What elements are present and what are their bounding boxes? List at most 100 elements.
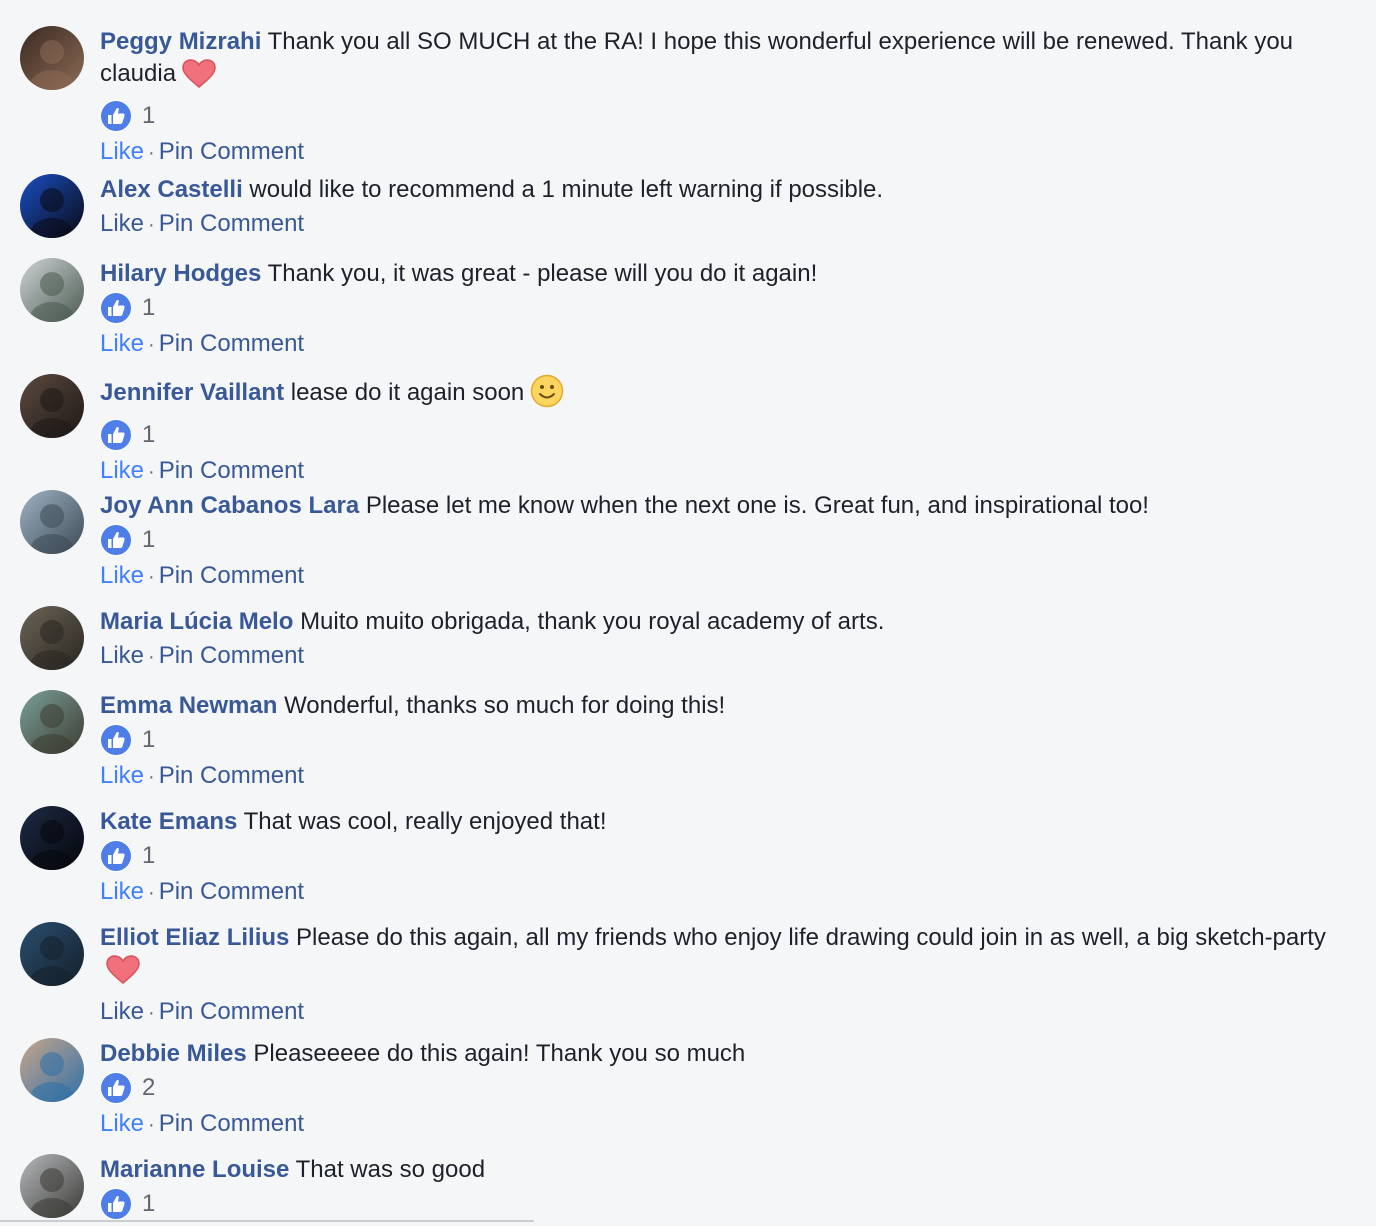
comment-body: Jennifer Vaillant lease do it again soon… bbox=[100, 370, 1330, 488]
avatar[interactable] bbox=[20, 606, 84, 670]
comment-actions: Like · Pin Comment bbox=[100, 874, 1330, 909]
comment-text-block: Elliot Eliaz Lilius Please do this again… bbox=[100, 918, 1330, 994]
comment-author-link[interactable]: Emma Newman bbox=[100, 692, 277, 719]
separator-dot: · bbox=[148, 142, 155, 164]
thumbs-up-icon bbox=[100, 419, 132, 451]
avatar[interactable] bbox=[20, 374, 84, 438]
avatar[interactable] bbox=[20, 922, 84, 986]
comment-author-link[interactable]: Marianne Louise bbox=[100, 1156, 289, 1183]
thumbs-up-icon bbox=[100, 1072, 132, 1104]
like-button[interactable]: Like bbox=[100, 1110, 144, 1137]
comment-text: That was cool, really enjoyed that! bbox=[243, 808, 607, 835]
comment-author-link[interactable]: Jennifer Vaillant bbox=[100, 379, 284, 406]
like-button[interactable]: Like bbox=[100, 210, 144, 237]
comment-text-block: Kate Emans That was cool, really enjoyed… bbox=[100, 802, 1330, 838]
avatar[interactable] bbox=[20, 806, 84, 870]
like-button[interactable]: Like bbox=[100, 998, 144, 1025]
heart-emoji-icon bbox=[106, 955, 140, 994]
separator-dot: · bbox=[148, 566, 155, 588]
pin-comment-button[interactable]: Pin Comment bbox=[159, 1110, 304, 1137]
avatar[interactable] bbox=[20, 1154, 84, 1218]
thumbs-up-icon bbox=[100, 524, 132, 556]
reaction-summary[interactable]: 1 bbox=[100, 722, 1330, 758]
pin-comment-button[interactable]: Pin Comment bbox=[159, 330, 304, 357]
comment-actions: Like · Pin Comment bbox=[100, 638, 1330, 673]
comment-actions: Like · Pin Comment bbox=[100, 994, 1330, 1029]
avatar[interactable] bbox=[20, 26, 84, 90]
avatar[interactable] bbox=[20, 690, 84, 754]
like-button[interactable]: Like bbox=[100, 457, 144, 484]
comment-body: Maria Lúcia Melo Muito muito obrigada, t… bbox=[100, 602, 1330, 673]
pin-comment-button[interactable]: Pin Comment bbox=[159, 210, 304, 237]
avatar[interactable] bbox=[20, 174, 84, 238]
comment-actions: Like · Pin Comment bbox=[100, 206, 1330, 241]
separator-dot: · bbox=[148, 214, 155, 236]
pin-comment-button[interactable]: Pin Comment bbox=[159, 878, 304, 905]
reaction-summary[interactable]: 1 bbox=[100, 290, 1330, 326]
like-count: 1 bbox=[142, 102, 156, 129]
like-count: 1 bbox=[142, 526, 156, 553]
reaction-summary[interactable]: 1 bbox=[100, 1186, 1330, 1222]
reaction-summary[interactable]: 2 bbox=[100, 1070, 1330, 1106]
reaction-summary[interactable]: 1 bbox=[100, 522, 1330, 558]
comment-body: Elliot Eliaz Lilius Please do this again… bbox=[100, 918, 1330, 1029]
pin-comment-button[interactable]: Pin Comment bbox=[159, 998, 304, 1025]
comment-text: would like to recommend a 1 minute left … bbox=[249, 176, 884, 203]
composer-divider bbox=[0, 1220, 534, 1222]
pin-comment-button[interactable]: Pin Comment bbox=[159, 642, 304, 669]
reaction-summary[interactable]: 1 bbox=[100, 838, 1330, 874]
comment-text: Please do this again, all my friends who… bbox=[296, 924, 1326, 951]
like-button[interactable]: Like bbox=[100, 878, 144, 905]
comment-author-link[interactable]: Alex Castelli bbox=[100, 176, 243, 203]
comment-body: Marianne Louise That was so good 1 bbox=[100, 1150, 1330, 1222]
comment-text-block: Maria Lúcia Melo Muito muito obrigada, t… bbox=[100, 602, 1330, 638]
pin-comment-button[interactable]: Pin Comment bbox=[159, 762, 304, 789]
comment-text: Muito muito obrigada, thank you royal ac… bbox=[300, 608, 885, 635]
comment-body: Kate Emans That was cool, really enjoyed… bbox=[100, 802, 1330, 909]
comment-text: Thank you, it was great - please will yo… bbox=[267, 260, 818, 287]
like-count: 1 bbox=[142, 294, 156, 321]
thumbs-up-icon bbox=[100, 724, 132, 756]
like-button[interactable]: Like bbox=[100, 762, 144, 789]
pin-comment-button[interactable]: Pin Comment bbox=[159, 457, 304, 484]
comment-author-link[interactable]: Hilary Hodges bbox=[100, 260, 261, 287]
comment-text: That was so good bbox=[295, 1156, 486, 1183]
pin-comment-button[interactable]: Pin Comment bbox=[159, 562, 304, 589]
comment-author-link[interactable]: Peggy Mizrahi bbox=[100, 28, 261, 55]
comment-text-block: Hilary Hodges Thank you, it was great - … bbox=[100, 254, 1330, 290]
thumbs-up-icon bbox=[100, 292, 132, 324]
reaction-summary[interactable]: 1 bbox=[100, 417, 1330, 453]
comment-author-link[interactable]: Kate Emans bbox=[100, 808, 237, 835]
comment-body: Hilary Hodges Thank you, it was great - … bbox=[100, 254, 1330, 361]
comment-author-link[interactable]: Elliot Eliaz Lilius bbox=[100, 924, 289, 951]
avatar[interactable] bbox=[20, 1038, 84, 1102]
comment-author-link[interactable]: Maria Lúcia Melo bbox=[100, 608, 293, 635]
like-button[interactable]: Like bbox=[100, 562, 144, 589]
heart-emoji-icon bbox=[182, 59, 216, 98]
comment-text: lease do it again soon bbox=[290, 379, 525, 406]
avatar[interactable] bbox=[20, 258, 84, 322]
thumbs-up-icon bbox=[100, 1188, 132, 1220]
comment-actions: Like · Pin Comment bbox=[100, 1106, 1330, 1141]
comment-actions: Like · Pin Comment bbox=[100, 558, 1330, 593]
separator-dot: · bbox=[148, 461, 155, 483]
comment-text-block: Marianne Louise That was so good bbox=[100, 1150, 1330, 1186]
like-count: 1 bbox=[142, 1190, 156, 1217]
thumbs-up-icon bbox=[100, 100, 132, 132]
reaction-summary[interactable]: 1 bbox=[100, 98, 1330, 134]
like-button[interactable]: Like bbox=[100, 642, 144, 669]
like-button[interactable]: Like bbox=[100, 138, 144, 165]
comment-text-block: Peggy Mizrahi Thank you all SO MUCH at t… bbox=[100, 22, 1330, 98]
comment-author-link[interactable]: Joy Ann Cabanos Lara bbox=[100, 492, 359, 519]
separator-dot: · bbox=[148, 646, 155, 668]
separator-dot: · bbox=[148, 1114, 155, 1136]
pin-comment-button[interactable]: Pin Comment bbox=[159, 138, 304, 165]
comment-text: Thank you all SO MUCH at the RA! I hope … bbox=[100, 28, 1294, 87]
avatar[interactable] bbox=[20, 490, 84, 554]
separator-dot: · bbox=[148, 334, 155, 356]
comment-body: Peggy Mizrahi Thank you all SO MUCH at t… bbox=[100, 22, 1330, 169]
comment-author-link[interactable]: Debbie Miles bbox=[100, 1040, 247, 1067]
comment-body: Joy Ann Cabanos Lara Please let me know … bbox=[100, 486, 1330, 593]
like-button[interactable]: Like bbox=[100, 330, 144, 357]
comment-text: Please let me know when the next one is.… bbox=[365, 492, 1149, 519]
